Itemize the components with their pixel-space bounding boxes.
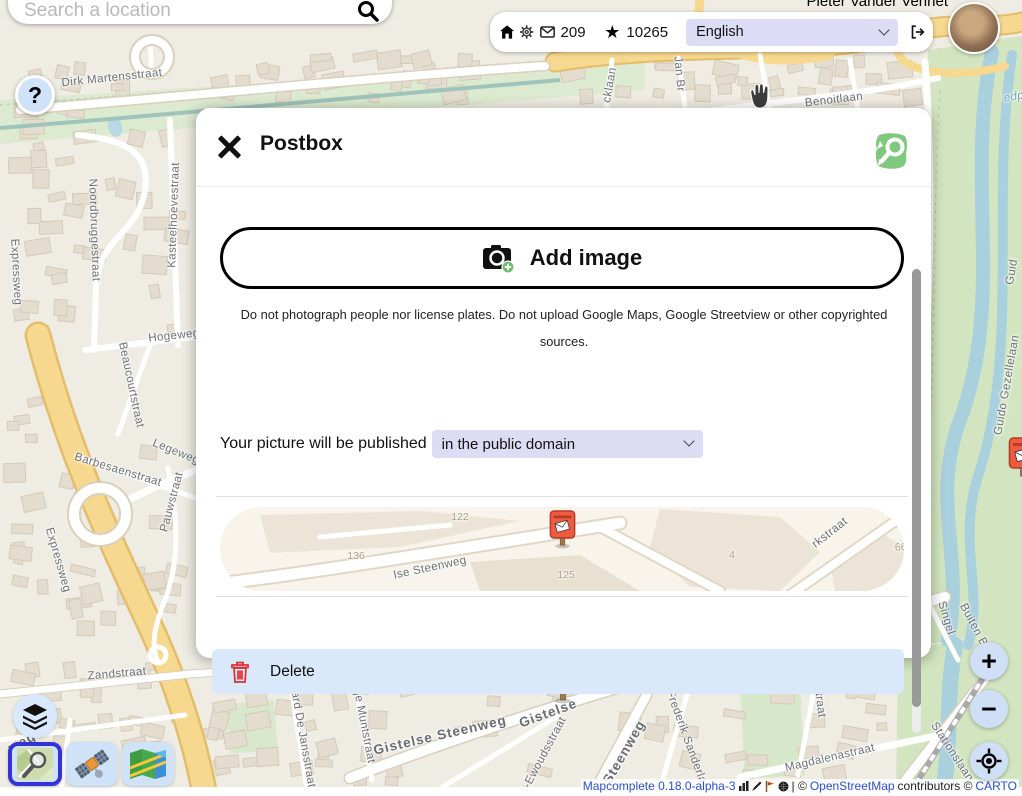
add-image-button[interactable]: Add image <box>220 227 904 289</box>
publish-text: Your picture will be published <box>220 435 427 453</box>
dialog-body: Add image Do not photograph people nor l… <box>196 186 931 658</box>
mini-map[interactable]: 122136Ise Steenweg1254rkstraat66;66 <box>220 507 904 591</box>
help-label: ? <box>28 82 42 109</box>
camera-icon <box>482 243 516 273</box>
search-input[interactable] <box>24 0 356 23</box>
avatar[interactable] <box>948 2 1000 54</box>
locate-icon <box>976 748 1002 774</box>
scrollbar-thumb[interactable] <box>912 269 921 707</box>
chevron-down-icon <box>878 24 889 35</box>
zoom-out-button[interactable]: − <box>970 690 1008 728</box>
background-osm-button[interactable] <box>8 742 62 786</box>
help-button[interactable]: ? <box>15 75 55 115</box>
background-satellite-button[interactable] <box>66 742 118 786</box>
satellite-icon <box>73 746 111 782</box>
delete-label: Delete <box>270 663 315 681</box>
add-image-label: Add image <box>530 245 642 271</box>
attribution-contributors: contributors © <box>898 779 973 793</box>
zoom-out-label: − <box>981 696 997 723</box>
locate-button[interactable] <box>970 742 1008 780</box>
delete-button[interactable]: Delete <box>212 649 904 694</box>
star-icon: ★ <box>604 23 620 41</box>
mail-icon[interactable] <box>540 25 555 39</box>
attribution-separator: | © <box>792 779 807 793</box>
license-selected: in the public domain <box>442 436 575 453</box>
mapcomplete-version-link[interactable]: Mapcomplete 0.18.0-alpha-3 <box>583 779 736 793</box>
carto-link[interactable]: CARTO <box>975 779 1017 793</box>
search-bar <box>8 0 392 24</box>
gear-icon[interactable] <box>520 24 533 40</box>
close-icon[interactable] <box>216 134 242 160</box>
dialog-title: Postbox <box>260 132 343 156</box>
stats-icon <box>739 781 749 791</box>
theme-logo-icon <box>873 132 909 170</box>
divider <box>216 596 908 597</box>
postbox-marker-mini <box>549 509 576 549</box>
home-icon[interactable] <box>500 24 514 40</box>
folded-map-icon <box>128 748 168 780</box>
osm-map-icon <box>16 747 54 781</box>
chevron-down-icon <box>683 435 694 446</box>
layers-button[interactable] <box>13 694 57 738</box>
search-icon[interactable] <box>356 0 380 23</box>
logout-icon[interactable] <box>910 23 925 41</box>
osm-link[interactable]: OpenStreetMap <box>810 779 895 793</box>
community-icon <box>778 781 789 792</box>
zoom-in-button[interactable]: + <box>970 642 1008 680</box>
publish-row: Your picture will be published in the pu… <box>220 430 703 458</box>
language-selected: English <box>696 24 744 40</box>
flag-icon <box>765 781 775 792</box>
postbox-dialog: Postbox Add image Do not photograph peop… <box>196 108 931 658</box>
background-map-button[interactable] <box>122 742 174 786</box>
pencil-icon <box>752 781 762 791</box>
license-select[interactable]: in the public domain <box>432 430 703 458</box>
license-note: Do not photograph people nor license pla… <box>234 301 894 355</box>
trash-icon <box>230 661 250 683</box>
zoom-in-label: + <box>981 648 997 675</box>
user-bar: 209 ★ 10265 English <box>490 12 933 52</box>
layers-icon <box>21 702 49 730</box>
postbox-marker-edge[interactable] <box>1008 436 1022 480</box>
attribution-bar: Mapcomplete 0.18.0-alpha-3 | © OpenStree… <box>581 779 1019 793</box>
mail-count: 209 <box>561 24 586 41</box>
dialog-scrollbar[interactable] <box>912 269 921 733</box>
divider <box>216 496 908 497</box>
username: Pieter Vander Vennet <box>807 0 949 10</box>
star-count: 10265 <box>626 24 668 41</box>
language-select[interactable]: English <box>686 19 898 46</box>
